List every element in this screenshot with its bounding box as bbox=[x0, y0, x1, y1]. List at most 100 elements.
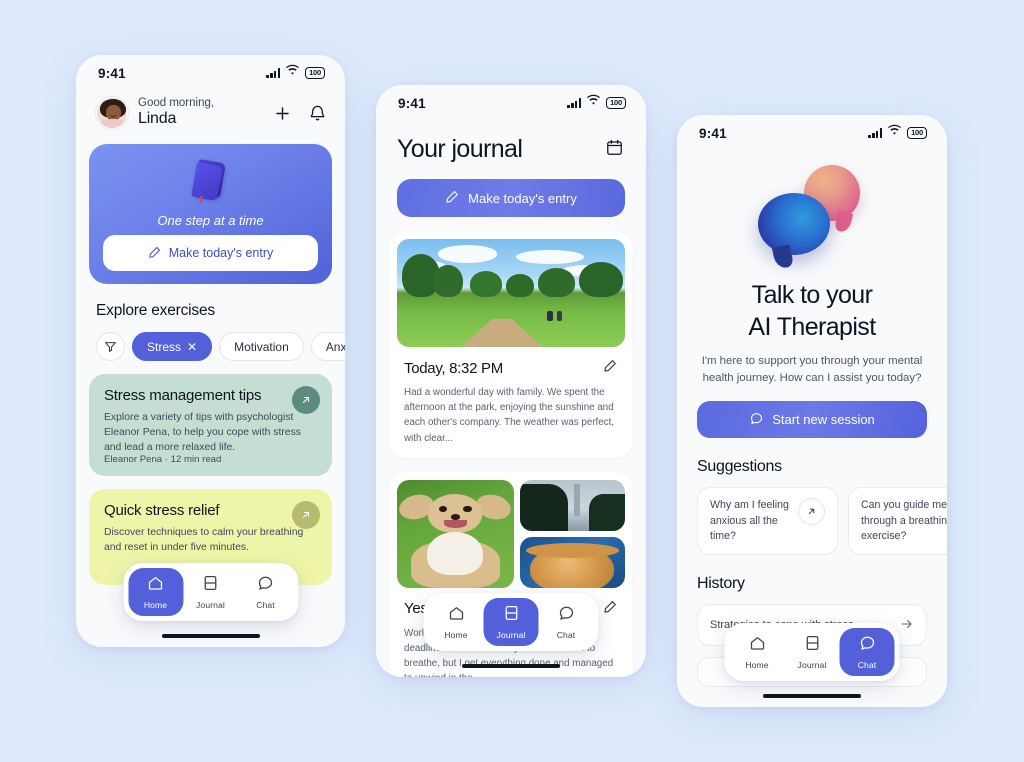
greeting-block: Good morning, Linda bbox=[138, 97, 263, 129]
home-indicator bbox=[462, 663, 560, 668]
page-title: Your journal bbox=[397, 135, 523, 163]
nav-label-home: Home bbox=[745, 660, 769, 670]
arrow-up-right-icon[interactable] bbox=[292, 386, 320, 414]
collage-right-column bbox=[519, 479, 625, 588]
nav-item-chat[interactable]: Chat bbox=[539, 598, 594, 646]
nav-label-home: Home bbox=[444, 630, 468, 640]
avatar[interactable] bbox=[96, 97, 128, 129]
exercise-meta: Eleanor Pena · 12 min read bbox=[104, 454, 222, 465]
start-new-session-button[interactable]: Start new session bbox=[697, 401, 927, 439]
phone-journal-screen: 9:41 100 Your journal Make today's entry bbox=[376, 85, 646, 677]
nav-item-chat[interactable]: Chat bbox=[839, 628, 895, 676]
arrow-right-icon[interactable] bbox=[900, 617, 914, 634]
home-icon bbox=[147, 574, 165, 597]
plus-icon[interactable] bbox=[273, 104, 292, 123]
entry-text: Had a wonderful day with family. We spen… bbox=[404, 387, 615, 444]
explore-title: Explore exercises bbox=[96, 302, 215, 319]
phone-chat-screen: 9:41 100 Talk to your AI Therapist I'm h… bbox=[677, 115, 947, 707]
chip-stress[interactable]: Stress ✕ bbox=[132, 332, 213, 361]
suggestion-card-anxious[interactable]: Why am I feeling anxious all the time? bbox=[697, 487, 838, 556]
user-name: Linda bbox=[138, 110, 177, 128]
nav-item-home[interactable]: Home bbox=[429, 598, 484, 646]
exercise-title: Stress management tips bbox=[104, 387, 262, 404]
nav-item-home[interactable]: Home bbox=[128, 568, 183, 616]
close-icon[interactable]: ✕ bbox=[187, 341, 197, 353]
arrow-up-right-icon[interactable] bbox=[292, 501, 320, 529]
pencil-icon bbox=[445, 189, 460, 207]
status-icons: 100 bbox=[266, 64, 325, 82]
home-indicator bbox=[161, 633, 260, 638]
hero-card: One step at a time Make today's entry bbox=[89, 144, 332, 284]
nav-item-journal[interactable]: Journal bbox=[483, 598, 539, 646]
nav-label-chat: Chat bbox=[556, 630, 576, 640]
chip-motivation[interactable]: Motivation bbox=[219, 332, 304, 361]
pencil-edit-icon[interactable] bbox=[603, 358, 618, 378]
signal-icon bbox=[567, 98, 582, 108]
chip-anxiety-label: Anxiety bbox=[325, 339, 345, 354]
hero-tagline: One step at a time bbox=[157, 213, 264, 228]
bottom-nav: Home Journal Chat bbox=[724, 623, 900, 681]
suggestion-card-breathing[interactable]: Can you guide me through a breathing exe… bbox=[848, 487, 947, 556]
home-icon bbox=[748, 634, 766, 657]
nav-item-chat[interactable]: Chat bbox=[238, 568, 293, 616]
bell-icon[interactable] bbox=[308, 104, 327, 123]
bottom-nav: Home Journal Chat bbox=[123, 563, 298, 621]
exercise-card-stress-management[interactable]: Stress management tips Explore a variety… bbox=[89, 374, 332, 476]
exercise-body: Explore a variety of tips with psycholog… bbox=[104, 412, 301, 454]
nav-label-home: Home bbox=[143, 600, 168, 610]
status-time: 9:41 bbox=[98, 65, 126, 81]
arrow-up-right-icon[interactable] bbox=[798, 498, 825, 526]
dog-photo bbox=[397, 479, 514, 588]
journal-entry-today[interactable]: Today, 8:32 PM Had a wonderful day with … bbox=[389, 231, 633, 458]
wifi-icon bbox=[587, 94, 600, 112]
blue-bubble-icon bbox=[758, 193, 830, 255]
entry-footer: Today, 8:32 PM bbox=[397, 347, 625, 378]
book-nav-icon bbox=[502, 604, 520, 627]
status-time: 9:41 bbox=[398, 95, 426, 111]
nav-label-chat: Chat bbox=[256, 600, 275, 610]
start-new-session-label: Start new session bbox=[772, 412, 875, 428]
signal-icon bbox=[266, 68, 281, 78]
book-nav-icon bbox=[803, 634, 821, 657]
home-icon bbox=[447, 604, 465, 627]
home-indicator bbox=[763, 693, 861, 698]
speech-bubbles-3d bbox=[677, 157, 947, 275]
phone-home-screen: 9:41 100 Good morning, Linda One step at… bbox=[76, 55, 345, 647]
battery-badge: 100 bbox=[907, 127, 927, 139]
wifi-icon bbox=[888, 124, 901, 142]
make-entry-button[interactable]: Make today's entry bbox=[103, 235, 318, 271]
filter-icon[interactable] bbox=[96, 332, 125, 361]
status-icons: 100 bbox=[567, 94, 626, 112]
nav-label-chat: Chat bbox=[857, 660, 877, 670]
chat-icon bbox=[858, 634, 876, 657]
signal-icon bbox=[868, 128, 883, 138]
dog-city-pie-collage bbox=[397, 479, 625, 588]
heading-line-2: AI Therapist bbox=[748, 313, 876, 341]
city-photo bbox=[519, 479, 625, 531]
status-time: 9:41 bbox=[699, 125, 727, 141]
status-icons: 100 bbox=[868, 124, 927, 142]
book-nav-icon bbox=[202, 574, 220, 597]
status-bar: 9:41 100 bbox=[677, 115, 947, 151]
nav-item-journal[interactable]: Journal bbox=[785, 628, 840, 676]
chip-anxiety[interactable]: Anxiety bbox=[310, 332, 345, 361]
chip-stress-label: Stress bbox=[147, 339, 182, 354]
suggestion-text: Why am I feeling anxious all the time? bbox=[710, 499, 789, 542]
page-title: Talk to your AI Therapist bbox=[677, 275, 947, 343]
park-photo bbox=[397, 239, 625, 347]
make-entry-button[interactable]: Make today's entry bbox=[397, 179, 625, 217]
home-header: Good morning, Linda bbox=[76, 91, 345, 129]
wifi-icon bbox=[286, 64, 299, 82]
history-title: History bbox=[697, 575, 745, 593]
nav-label-journal: Journal bbox=[196, 600, 225, 610]
nav-item-journal[interactable]: Journal bbox=[183, 568, 238, 616]
nav-item-home[interactable]: Home bbox=[730, 628, 785, 676]
chip-motivation-label: Motivation bbox=[234, 339, 289, 354]
entry-date: Today, 8:32 PM bbox=[404, 359, 503, 377]
suggestion-text: Can you guide me through a breathing exe… bbox=[861, 499, 947, 542]
calendar-icon[interactable] bbox=[605, 138, 624, 162]
pencil-edit-icon[interactable] bbox=[603, 599, 618, 619]
pencil-icon bbox=[148, 245, 162, 262]
header-actions bbox=[273, 104, 327, 123]
heading-line-1: Talk to your bbox=[751, 281, 873, 309]
